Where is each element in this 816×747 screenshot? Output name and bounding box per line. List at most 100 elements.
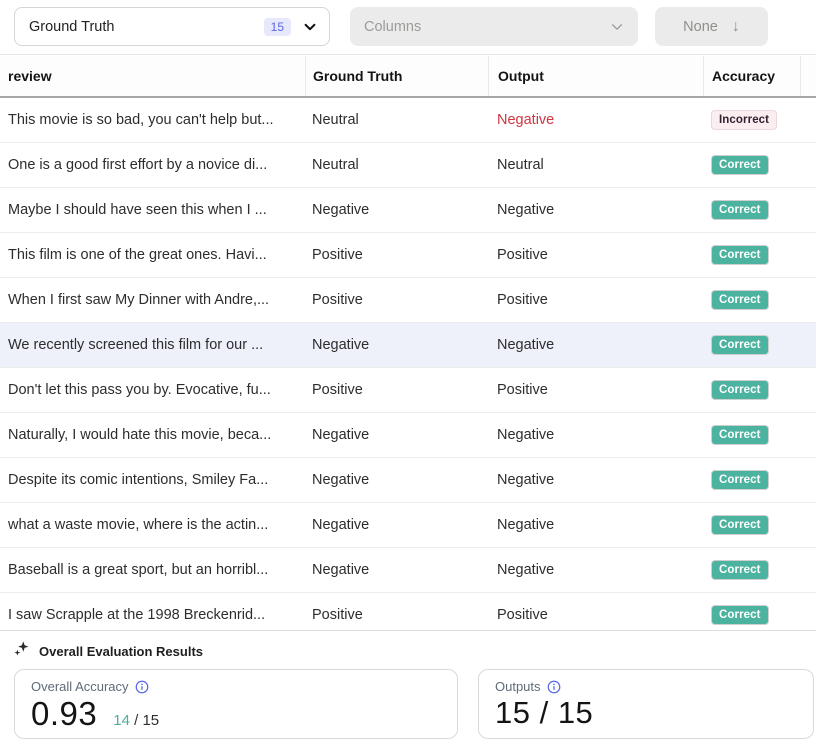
ground-truth-cell: Positive [305,382,488,398]
accuracy-cell: Correct [703,470,800,490]
table-header-row: review Ground Truth Output Accuracy [0,56,816,98]
ground-truth-cell: Positive [305,607,488,623]
outputs-card: Outputs 15 / 15 [478,669,814,739]
column-header-review: review [0,68,305,84]
accuracy-status-badge: Correct [711,245,769,265]
table-row[interactable]: When I first saw My Dinner with Andre,..… [0,278,816,323]
accuracy-cell: Correct [703,425,800,445]
review-cell: One is a good first effort by a novice d… [0,157,305,173]
chevron-down-icon [303,20,317,34]
review-cell: Baseball is a great sport, but an horrib… [0,562,305,578]
output-cell: Positive [488,247,703,263]
accuracy-cell: Incorrect [703,110,800,130]
ground-truth-cell: Neutral [305,112,488,128]
table-row[interactable]: We recently screened this film for our .… [0,323,816,368]
accuracy-status-badge: Correct [711,425,769,445]
info-icon[interactable] [547,680,561,694]
info-icon[interactable] [135,680,149,694]
column-header-output: Output [488,56,703,96]
sparkles-icon [13,640,30,662]
accuracy-status-badge: Correct [711,605,769,625]
table-row[interactable]: This film is one of the great ones. Havi… [0,233,816,278]
overall-accuracy-card: Overall Accuracy 0.93 14 / 15 [14,669,458,739]
results-table: review Ground Truth Output Accuracy This… [0,56,816,638]
review-cell: When I first saw My Dinner with Andre,..… [0,292,305,308]
table-row[interactable]: Don't let this pass you by. Evocative, f… [0,368,816,413]
ground-truth-cell: Negative [305,202,488,218]
sort-direction-down-icon: ↓ [732,18,740,36]
ground-truth-column-select[interactable]: Ground Truth 15 [14,7,330,46]
output-cell: Negative [488,337,703,353]
overall-evaluation-panel: Overall Evaluation Results Overall Accur… [0,630,816,747]
outputs-value: 15 / 15 [495,695,593,731]
review-cell: I saw Scrapple at the 1998 Breckenrid... [0,607,305,623]
accuracy-status-badge: Correct [711,290,769,310]
overall-accuracy-value: 0.93 [31,695,97,733]
accuracy-cell: Correct [703,290,800,310]
outputs-label: Outputs [495,679,541,694]
table-row[interactable]: Maybe I should have seen this when I ...… [0,188,816,233]
table-row[interactable]: Naturally, I would hate this movie, beca… [0,413,816,458]
ground-truth-cell: Negative [305,337,488,353]
review-cell: Don't let this pass you by. Evocative, f… [0,382,305,398]
accuracy-cell: Correct [703,245,800,265]
output-cell: Positive [488,292,703,308]
overall-accuracy-label: Overall Accuracy [31,679,129,694]
table-row[interactable]: One is a good first effort by a novice d… [0,143,816,188]
sort-button[interactable]: None ↓ [655,7,768,46]
output-cell: Negative [488,517,703,533]
review-cell: Maybe I should have seen this when I ... [0,202,305,218]
accuracy-cell: Correct [703,515,800,535]
row-count-badge: 15 [264,18,291,36]
accuracy-status-badge: Correct [711,515,769,535]
table-row[interactable]: Despite its comic intentions, Smiley Fa.… [0,458,816,503]
output-cell: Negative [488,112,703,128]
review-cell: what a waste movie, where is the actin..… [0,517,305,533]
accuracy-cell: Correct [703,560,800,580]
accuracy-status-badge: Correct [711,200,769,220]
output-cell: Neutral [488,157,703,173]
ground-truth-cell: Neutral [305,157,488,173]
review-cell: We recently screened this film for our .… [0,337,305,353]
accuracy-cell: Correct [703,335,800,355]
table-row[interactable]: what a waste movie, where is the actin..… [0,503,816,548]
output-cell: Positive [488,607,703,623]
sort-button-label: None [683,19,718,35]
review-cell: This movie is so bad, you can't help but… [0,112,305,128]
table-row[interactable]: This movie is so bad, you can't help but… [0,98,816,143]
evaluation-results-page: Ground Truth 15 Columns None ↓ review Gr… [0,0,816,747]
output-cell: Negative [488,472,703,488]
table-row[interactable]: Baseball is a great sport, but an horrib… [0,548,816,593]
output-cell: Negative [488,562,703,578]
output-cell: Positive [488,382,703,398]
ground-truth-cell: Negative [305,517,488,533]
accuracy-status-badge: Incorrect [711,110,777,130]
output-cell: Negative [488,427,703,443]
accuracy-cell: Correct [703,200,800,220]
column-header-accuracy: Accuracy [703,56,800,96]
accuracy-cell: Correct [703,605,800,625]
output-cell: Negative [488,202,703,218]
accuracy-status-badge: Correct [711,560,769,580]
columns-select[interactable]: Columns [350,7,638,46]
table-body: This movie is so bad, you can't help but… [0,98,816,638]
column-header-gutter [800,56,816,96]
ground-truth-cell: Negative [305,562,488,578]
overall-evaluation-header: Overall Evaluation Results [0,631,816,662]
toolbar: Ground Truth 15 Columns None ↓ [0,0,816,55]
accuracy-status-badge: Correct [711,470,769,490]
ground-truth-select-label: Ground Truth [29,19,264,35]
columns-select-placeholder: Columns [364,19,610,35]
ground-truth-cell: Positive [305,247,488,263]
ground-truth-cell: Negative [305,472,488,488]
ground-truth-cell: Negative [305,427,488,443]
column-header-ground-truth: Ground Truth [305,56,488,96]
accuracy-status-badge: Correct [711,335,769,355]
review-cell: Naturally, I would hate this movie, beca… [0,427,305,443]
accuracy-status-badge: Correct [711,380,769,400]
review-cell: Despite its comic intentions, Smiley Fa.… [0,472,305,488]
accuracy-status-badge: Correct [711,155,769,175]
chevron-down-icon [610,20,624,34]
accuracy-cell: Correct [703,155,800,175]
overall-evaluation-title: Overall Evaluation Results [39,644,203,659]
